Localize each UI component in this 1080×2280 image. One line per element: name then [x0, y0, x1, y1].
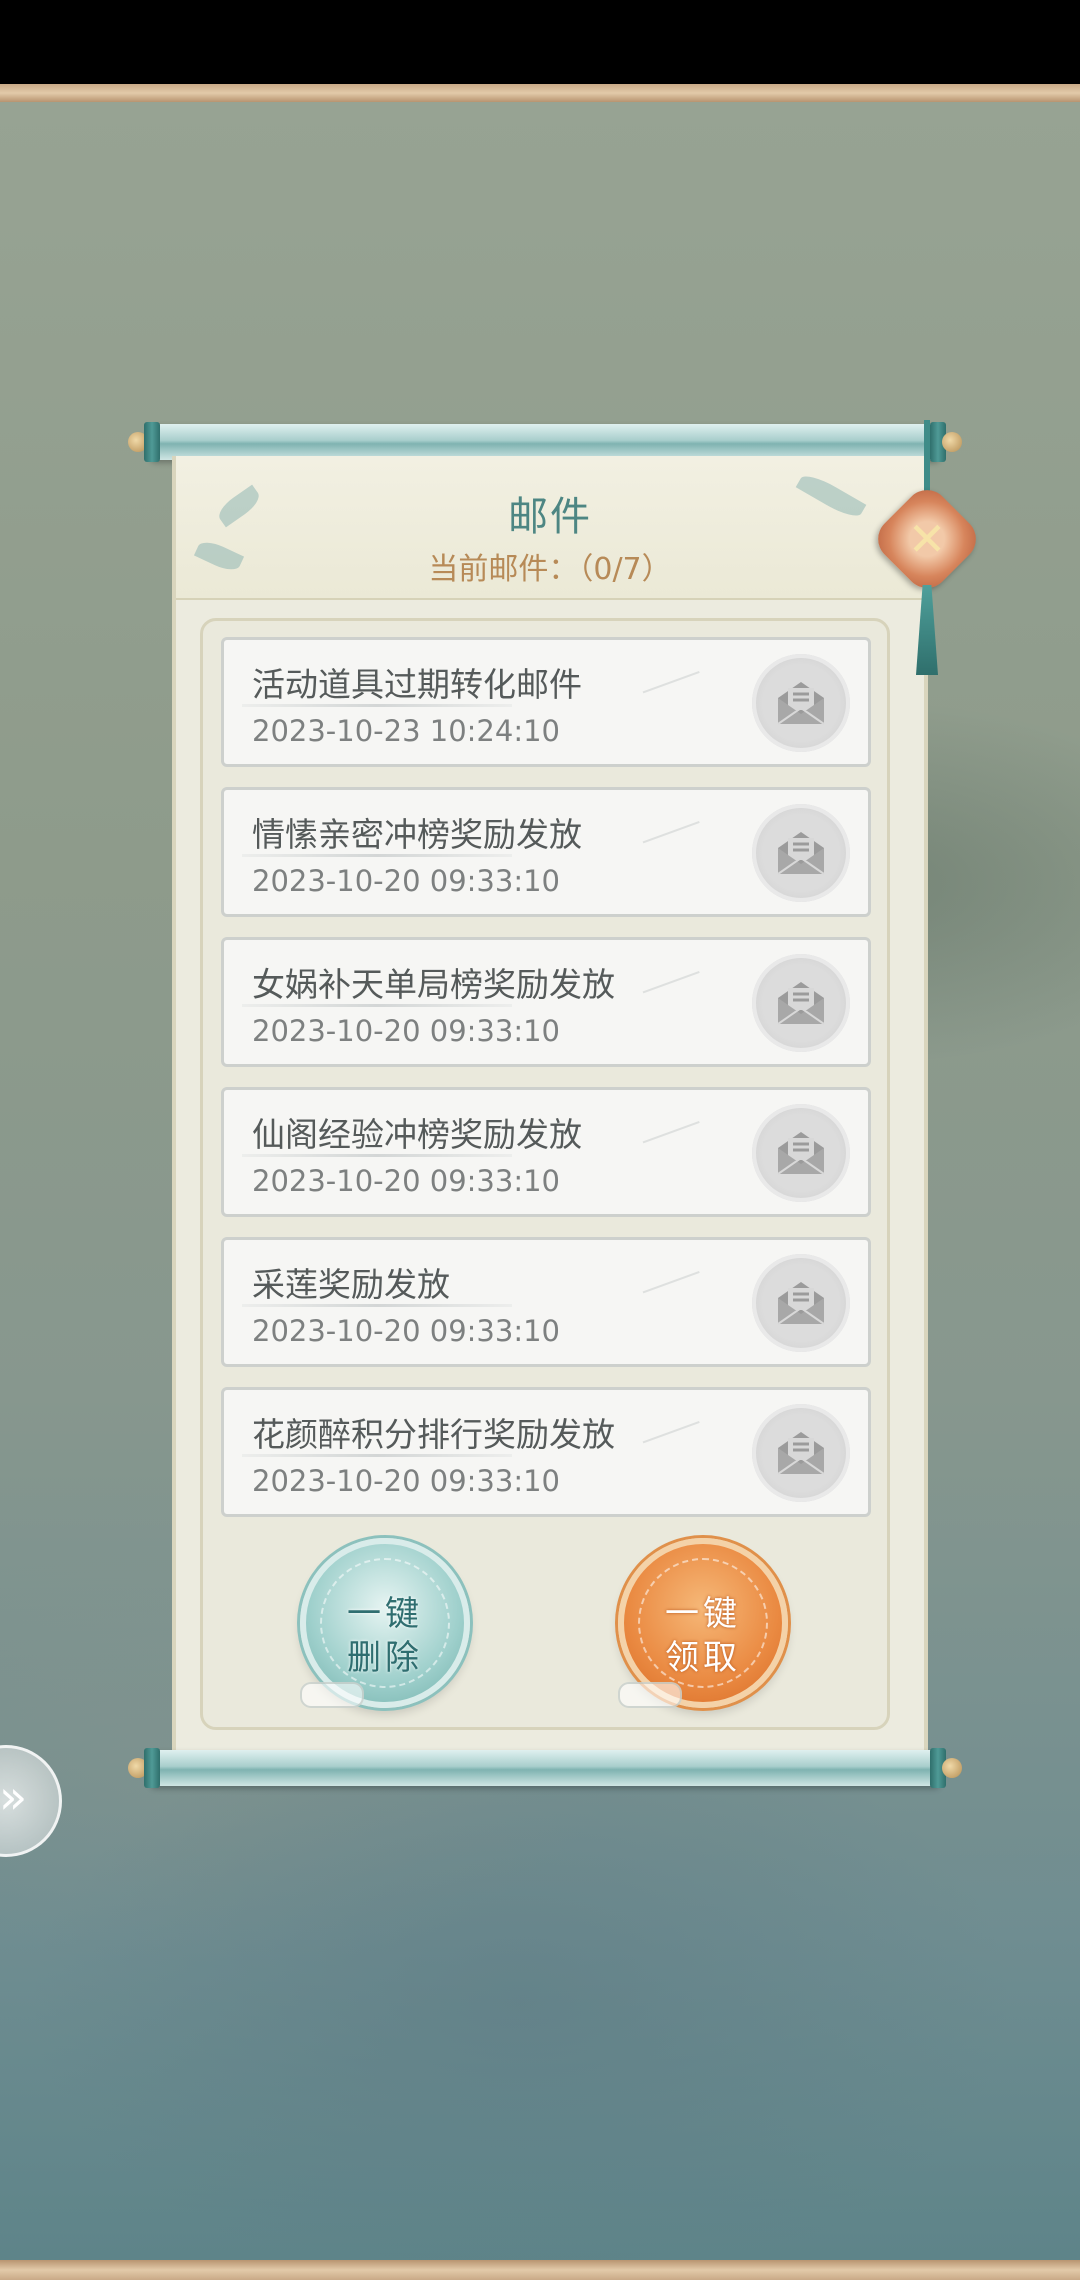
- rod-cap-left: [144, 422, 160, 462]
- mail-item[interactable]: 采莲奖励发放 2023-10-20 09:33:10: [221, 1237, 871, 1367]
- envelope-icon[interactable]: [752, 1404, 850, 1502]
- title-underline: [242, 1454, 512, 1457]
- claim-all-label-line2: 领取: [665, 1638, 741, 1678]
- ink-decoration: [642, 1271, 714, 1331]
- ink-decoration: [642, 1121, 714, 1181]
- mail-item[interactable]: 花颜醉积分排行奖励发放 2023-10-20 09:33:10: [221, 1387, 871, 1517]
- rod-knob-right: [942, 1758, 962, 1778]
- cloud-decoration: [618, 1682, 682, 1708]
- ink-decoration: [642, 671, 714, 731]
- ink-decoration: [642, 1421, 714, 1481]
- mail-item[interactable]: 女娲补天单局榜奖励发放 2023-10-20 09:33:10: [221, 937, 871, 1067]
- scroll-rod-top: [128, 422, 962, 462]
- status-bar: [0, 0, 1080, 84]
- mail-title: 花颜醉积分排行奖励发放: [252, 1415, 615, 1454]
- ink-decoration: [642, 821, 714, 881]
- delete-all-button[interactable]: 一键 删除: [300, 1538, 470, 1708]
- delete-all-label-line2: 删除: [347, 1638, 423, 1678]
- title-underline: [242, 704, 512, 707]
- delete-all-label-line1: 一键: [347, 1594, 423, 1634]
- mail-item[interactable]: 情愫亲密冲榜奖励发放 2023-10-20 09:33:10: [221, 787, 871, 917]
- mail-item[interactable]: 活动道具过期转化邮件 2023-10-23 10:24:10: [221, 637, 871, 767]
- mail-panel-header: 邮件 当前邮件：（0/7）: [176, 456, 924, 600]
- mail-time: 2023-10-20 09:33:10: [252, 864, 560, 898]
- tassel-string: [924, 420, 930, 500]
- page-title: 邮件: [508, 494, 592, 540]
- mail-time: 2023-10-20 09:33:10: [252, 1314, 560, 1348]
- envelope-icon[interactable]: [752, 1254, 850, 1352]
- envelope-icon[interactable]: [752, 804, 850, 902]
- mail-title: 女娲补天单局榜奖励发放: [252, 965, 615, 1004]
- title-underline: [242, 1004, 512, 1007]
- mail-time: 2023-10-20 09:33:10: [252, 1014, 560, 1048]
- envelope-icon[interactable]: [752, 654, 850, 752]
- mail-time: 2023-10-20 09:33:10: [252, 1164, 560, 1198]
- rod-cap-left: [144, 1748, 160, 1788]
- claim-all-button[interactable]: 一键 领取: [618, 1538, 788, 1708]
- scroll-rod-bottom: [128, 1748, 962, 1788]
- mail-item[interactable]: 仙阁经验冲榜奖励发放 2023-10-20 09:33:10: [221, 1087, 871, 1217]
- close-button[interactable]: ✕: [869, 420, 986, 680]
- mail-list[interactable]: 活动道具过期转化邮件 2023-10-23 10:24:10 情愫亲密冲榜奖励发…: [200, 618, 890, 1730]
- double-chevron-right-icon: »: [0, 1770, 28, 1824]
- title-underline: [242, 1154, 512, 1157]
- mail-title: 情愫亲密冲榜奖励发放: [252, 815, 582, 854]
- screen-border-top: [0, 84, 1080, 102]
- mail-title: 活动道具过期转化邮件: [252, 665, 582, 704]
- mail-title: 采莲奖励发放: [252, 1265, 450, 1304]
- ink-decoration: [642, 971, 714, 1031]
- envelope-icon[interactable]: [752, 954, 850, 1052]
- tassel-tail: [916, 585, 938, 675]
- mail-time: 2023-10-23 10:24:10: [252, 714, 560, 748]
- mail-panel: 邮件 当前邮件：（0/7） 活动道具过期转化邮件 2023-10-23 10:2…: [172, 456, 928, 1752]
- mail-count: 当前邮件：（0/7）: [428, 552, 672, 587]
- close-icon[interactable]: ✕: [886, 498, 968, 580]
- title-underline: [242, 1304, 512, 1307]
- screen-border-bottom: [0, 2260, 1080, 2280]
- envelope-icon[interactable]: [752, 1104, 850, 1202]
- title-underline: [242, 854, 512, 857]
- mail-title: 仙阁经验冲榜奖励发放: [252, 1115, 582, 1154]
- claim-all-label-line1: 一键: [665, 1594, 741, 1634]
- mail-time: 2023-10-20 09:33:10: [252, 1464, 560, 1498]
- cloud-decoration: [300, 1682, 364, 1708]
